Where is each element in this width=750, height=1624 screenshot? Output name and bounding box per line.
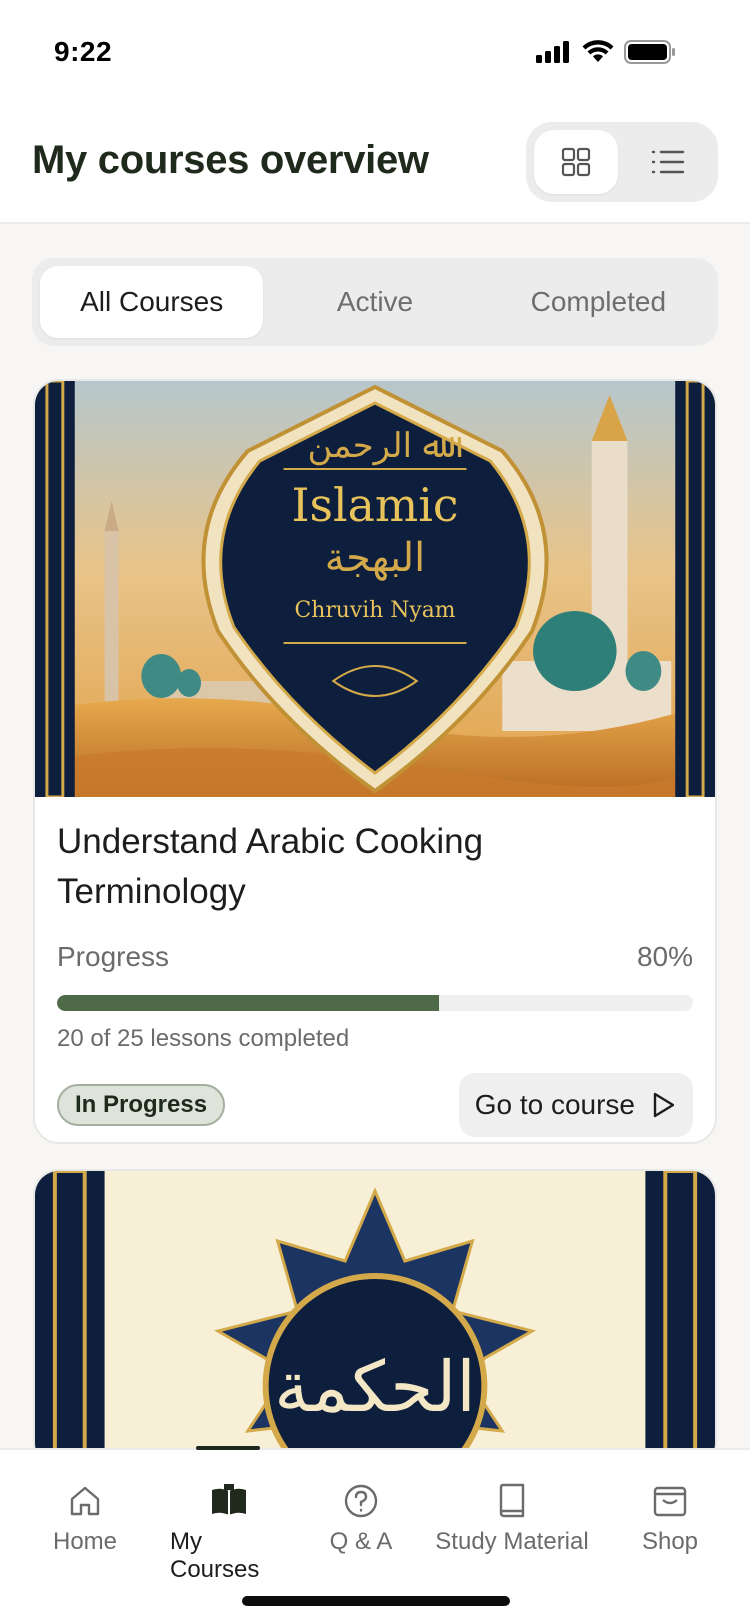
nav-label-qa: Q & A	[329, 1528, 393, 1555]
bottom-nav: Home My Courses Q & A Study Material Sho…	[0, 1446, 750, 1624]
question-circle-icon	[344, 1484, 378, 1518]
status-badge: In Progress	[57, 1084, 226, 1126]
book-icon	[499, 1483, 525, 1518]
nav-label-my-courses: My Courses	[170, 1528, 260, 1583]
header: My courses overview	[0, 110, 750, 224]
nav-label-home: Home	[52, 1528, 118, 1555]
grid-icon	[561, 147, 591, 177]
view-toggle	[526, 122, 718, 202]
home-indicator	[242, 1596, 510, 1606]
status-bar: 9:22	[0, 0, 750, 110]
progress-label: Progress	[57, 941, 170, 972]
svg-text:ﷲ الرحمن: ﷲ الرحمن	[307, 426, 461, 466]
nav-item-my-courses[interactable]: My Courses	[170, 1480, 288, 1584]
status-icons	[536, 40, 676, 64]
page-title: My courses overview	[32, 138, 429, 182]
course-title: Understand Arabic Cooking Terminology	[57, 822, 484, 911]
play-icon	[653, 1092, 675, 1118]
course-cover-image: ﷲ الرحمن Islamic البهجة Chruvih Nyam	[35, 381, 715, 797]
wifi-icon	[582, 40, 614, 62]
course-cover-image: الحكمة	[35, 1171, 715, 1467]
tab-active[interactable]: Active	[263, 266, 486, 338]
shopping-bag-icon	[653, 1486, 687, 1517]
filter-tabs: All Courses Active Completed	[32, 258, 718, 346]
svg-text:الحكمة: الحكمة	[274, 1347, 475, 1428]
nav-item-home[interactable]: Home	[0, 1480, 170, 1584]
go-to-course-label: Go to course	[474, 1089, 635, 1120]
course-card[interactable]: الحكمة	[33, 1169, 717, 1469]
battery-icon	[624, 40, 675, 64]
grid-view-button[interactable]	[534, 130, 618, 194]
lessons-completed: 20 of 25 lessons completed	[57, 1025, 350, 1052]
tab-all-courses[interactable]: All Courses	[40, 266, 264, 338]
progress-percent: 80%	[636, 941, 693, 972]
nav-label-shop: Shop	[641, 1528, 699, 1555]
nav-item-study-material[interactable]: Study Material	[434, 1480, 590, 1584]
nav-item-shop[interactable]: Shop	[590, 1480, 750, 1584]
book-open-icon	[212, 1484, 246, 1515]
tab-completed[interactable]: Completed	[487, 266, 710, 338]
go-to-course-button[interactable]: Go to course	[458, 1073, 693, 1137]
cover-subtitle: Chruvih Nyam	[295, 598, 456, 623]
home-icon	[70, 1486, 100, 1516]
progress-bar-fill	[57, 995, 439, 1011]
list-view-button[interactable]	[626, 130, 710, 194]
signal-icon	[536, 41, 569, 63]
active-tab-indicator	[196, 1446, 260, 1450]
course-card[interactable]: ﷲ الرحمن Islamic البهجة Chruvih Nyam Und…	[33, 379, 717, 1144]
progress-bar	[57, 995, 693, 1011]
cover-title: Islamic	[291, 478, 458, 532]
list-icon	[651, 150, 685, 174]
nav-item-qa[interactable]: Q & A	[288, 1480, 434, 1584]
status-time: 9:22	[54, 36, 113, 67]
nav-label-study-material: Study Material	[435, 1528, 589, 1555]
svg-text:البهجة: البهجة	[325, 535, 425, 581]
